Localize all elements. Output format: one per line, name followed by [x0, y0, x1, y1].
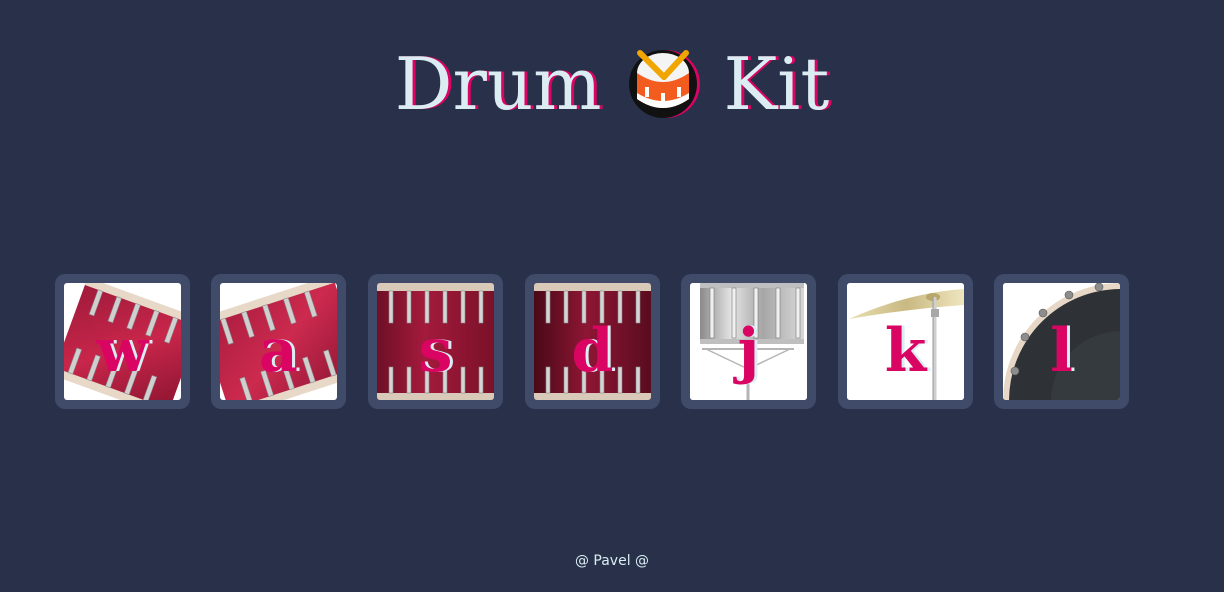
- page-title: Drum Kit: [0, 42, 1224, 126]
- drum-pad-k[interactable]: k: [838, 274, 973, 409]
- pad-key-label: s: [418, 316, 453, 386]
- drum-pad-s[interactable]: s: [368, 274, 503, 409]
- pad-face: w: [64, 283, 181, 400]
- pad-key-label: d: [571, 316, 614, 386]
- pad-face: a: [220, 283, 337, 400]
- drum-pad-a[interactable]: a: [211, 274, 346, 409]
- drum-emoji-icon: [628, 50, 700, 118]
- pad-key-label: a: [259, 316, 298, 386]
- pad-face: l: [1003, 283, 1120, 400]
- title-drum-text: Drum: [394, 42, 602, 126]
- footer-credit: @ Pavel @: [574, 553, 650, 569]
- drum-pad-j[interactable]: j: [681, 274, 816, 409]
- pad-key-label: j: [737, 316, 760, 386]
- pad-face: d: [534, 283, 651, 400]
- pad-face: j: [690, 283, 807, 400]
- drum-pad-l[interactable]: l: [994, 274, 1129, 409]
- pad-key-label: w: [96, 316, 149, 386]
- title-kit-text: Kit: [723, 42, 830, 126]
- drum-pad-d[interactable]: d: [525, 274, 660, 409]
- drum-pad-w[interactable]: w: [55, 274, 190, 409]
- pad-face: k: [847, 283, 964, 400]
- pad-key-label: l: [1050, 316, 1073, 386]
- pad-face: s: [377, 283, 494, 400]
- pad-key-label: k: [884, 316, 927, 386]
